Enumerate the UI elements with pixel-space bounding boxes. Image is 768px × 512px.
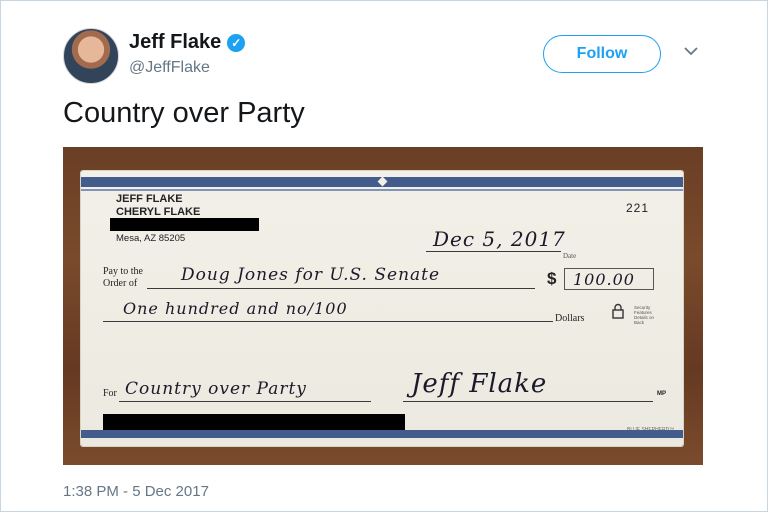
redaction-bar xyxy=(110,218,259,231)
tweet-timestamp[interactable]: 1:38 PM - 5 Dec 2017 xyxy=(63,483,209,500)
check-number: 221 xyxy=(626,201,650,215)
follow-button[interactable]: Follow xyxy=(543,35,661,73)
tweet-card: Jeff Flake ✓ @JeffFlake Follow Country o… xyxy=(0,0,768,512)
dollars-label: Dollars xyxy=(555,313,585,324)
check-bottom-stripe xyxy=(81,430,683,438)
tweet-text: Country over Party xyxy=(63,97,305,129)
payee-line xyxy=(147,288,535,289)
mp-label: MP xyxy=(657,391,666,397)
date-label: Date xyxy=(563,252,577,260)
check-image: JEFF FLAKE CHERYL FLAKE Mesa, AZ 85205 2… xyxy=(81,171,683,446)
dollar-sign: $ xyxy=(547,269,557,288)
lock-icon xyxy=(612,303,624,319)
check-amount-words: One hundred and no/100 xyxy=(123,299,348,318)
signature-line xyxy=(403,401,653,402)
pay-label-2: Order of xyxy=(103,278,138,289)
security-label: Security Features Details on Back xyxy=(634,305,655,325)
check-city: Mesa, AZ 85205 xyxy=(116,233,186,244)
check-amount: 100.00 xyxy=(573,270,635,289)
check-name-line1: JEFF FLAKE xyxy=(116,193,183,205)
verified-badge-icon: ✓ xyxy=(227,33,246,52)
amount-words-line xyxy=(103,321,553,322)
author-handle[interactable]: @JeffFlake xyxy=(129,59,210,77)
check-name-line2: CHERYL FLAKE xyxy=(116,206,201,218)
pay-label-1: Pay to the xyxy=(103,266,143,277)
memo-line xyxy=(119,401,371,402)
check-payee: Doug Jones for U.S. Senate xyxy=(181,265,441,285)
memo-label: For xyxy=(103,388,117,399)
chevron-down-icon[interactable] xyxy=(683,43,699,59)
check-top-line xyxy=(81,189,683,191)
date-line xyxy=(426,251,561,252)
check-date: Dec 5, 2017 xyxy=(433,227,566,251)
check-memo: Country over Party xyxy=(125,379,307,399)
check-signature: Jeff Flake xyxy=(411,369,548,399)
tweet-photo[interactable]: JEFF FLAKE CHERYL FLAKE Mesa, AZ 85205 2… xyxy=(63,147,703,465)
author-name[interactable]: Jeff Flake ✓ xyxy=(129,31,246,54)
author-name-label[interactable]: Jeff Flake xyxy=(129,31,221,54)
avatar[interactable] xyxy=(63,28,119,84)
